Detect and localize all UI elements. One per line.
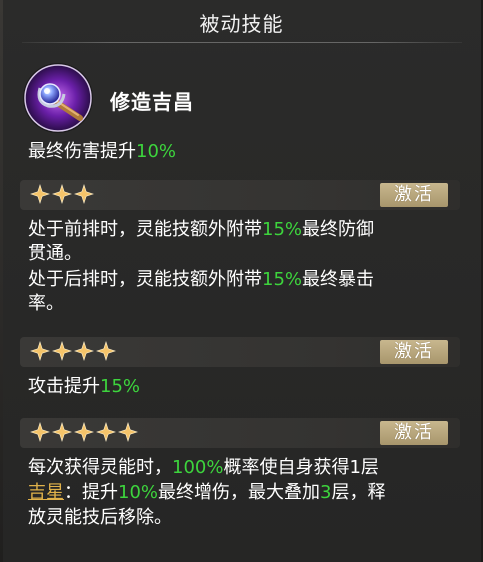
star-icon bbox=[30, 184, 50, 204]
tier-3-value: 15% bbox=[262, 269, 303, 290]
tier-5-line-3: 放灵能技后移除。 bbox=[28, 507, 172, 528]
activated-badge: 激活 bbox=[380, 183, 448, 207]
tier-5-text: 最终增伤，最大叠加 bbox=[158, 482, 321, 503]
tier-5-text: ：提升 bbox=[64, 482, 118, 503]
tier-5-value: 100% bbox=[172, 457, 224, 478]
tier-5-stack-value: 3 bbox=[320, 482, 332, 503]
star-icon bbox=[30, 341, 50, 361]
tier-3-line-4: 率。 bbox=[28, 293, 64, 314]
tier-3-value: 15% bbox=[262, 219, 303, 240]
tier-3-line-3: 处于后排时，灵能技额外附带15%最终暴击 bbox=[28, 268, 374, 292]
tier-3-text: 处于后排时，灵能技额外附带 bbox=[28, 269, 262, 290]
tier-3-text: 最终防御 bbox=[302, 219, 375, 240]
tier-5-text: 每次获得灵能时， bbox=[28, 457, 172, 478]
tier-4-star-bar: 激活 bbox=[20, 337, 460, 367]
tier-3-star-bar: 激活 bbox=[20, 180, 460, 210]
tier-4-value: 15% bbox=[100, 376, 141, 397]
star-icon bbox=[52, 341, 72, 361]
panel-left-edge bbox=[0, 0, 3, 562]
lucky-star-link[interactable]: 吉星 bbox=[28, 482, 64, 503]
base-effect-text: 最终伤害提升10% bbox=[28, 140, 176, 164]
tier-3-line-2: 贯通。 bbox=[28, 243, 82, 264]
tier-5-text: 层，释 bbox=[331, 482, 386, 503]
passive-skill-panel: 被动技能 修造吉昌 最终伤害提升10% 激活 处于前排时，灵能技额外附带15%最… bbox=[0, 0, 483, 562]
star-icon bbox=[74, 422, 94, 442]
tier-3-line-1: 处于前排时，灵能技额外附带15%最终防御 bbox=[28, 218, 374, 242]
tier-4-line-1: 攻击提升15% bbox=[28, 375, 140, 399]
activated-badge: 激活 bbox=[380, 421, 448, 445]
star-icon bbox=[30, 422, 50, 442]
tier-3-text: 处于前排时，灵能技额外附带 bbox=[28, 219, 262, 240]
base-effect-value: 10% bbox=[136, 141, 177, 162]
tier-3-text: 最终暴击 bbox=[302, 269, 375, 290]
base-effect-label: 最终伤害提升 bbox=[28, 141, 136, 162]
tier-5-line-2: 吉星：提升10%最终增伤，最大叠加3层，释 bbox=[28, 481, 385, 505]
star-icon bbox=[52, 184, 72, 204]
tier-5-star-bar: 激活 bbox=[20, 418, 460, 448]
star-icon bbox=[52, 422, 72, 442]
tier-5-line-1: 每次获得灵能时，100%概率使自身获得1层 bbox=[28, 456, 379, 480]
tier-4-text: 攻击提升 bbox=[28, 376, 100, 397]
title-divider bbox=[22, 42, 462, 43]
activated-badge: 激活 bbox=[380, 340, 448, 364]
star-icon bbox=[74, 341, 94, 361]
star-rating-3 bbox=[30, 184, 94, 206]
tier-5-value: 10% bbox=[118, 482, 159, 503]
star-icon bbox=[118, 422, 138, 442]
orb-staff-icon bbox=[23, 63, 93, 133]
star-icon bbox=[96, 341, 116, 361]
star-rating-4 bbox=[30, 341, 116, 363]
tier-5-text: 概率使自身获得1层 bbox=[223, 457, 379, 478]
star-rating-5 bbox=[30, 422, 138, 444]
skill-name: 修造吉昌 bbox=[110, 90, 194, 114]
star-icon bbox=[74, 184, 94, 204]
panel-title: 被动技能 bbox=[199, 12, 284, 36]
star-icon bbox=[96, 422, 116, 442]
